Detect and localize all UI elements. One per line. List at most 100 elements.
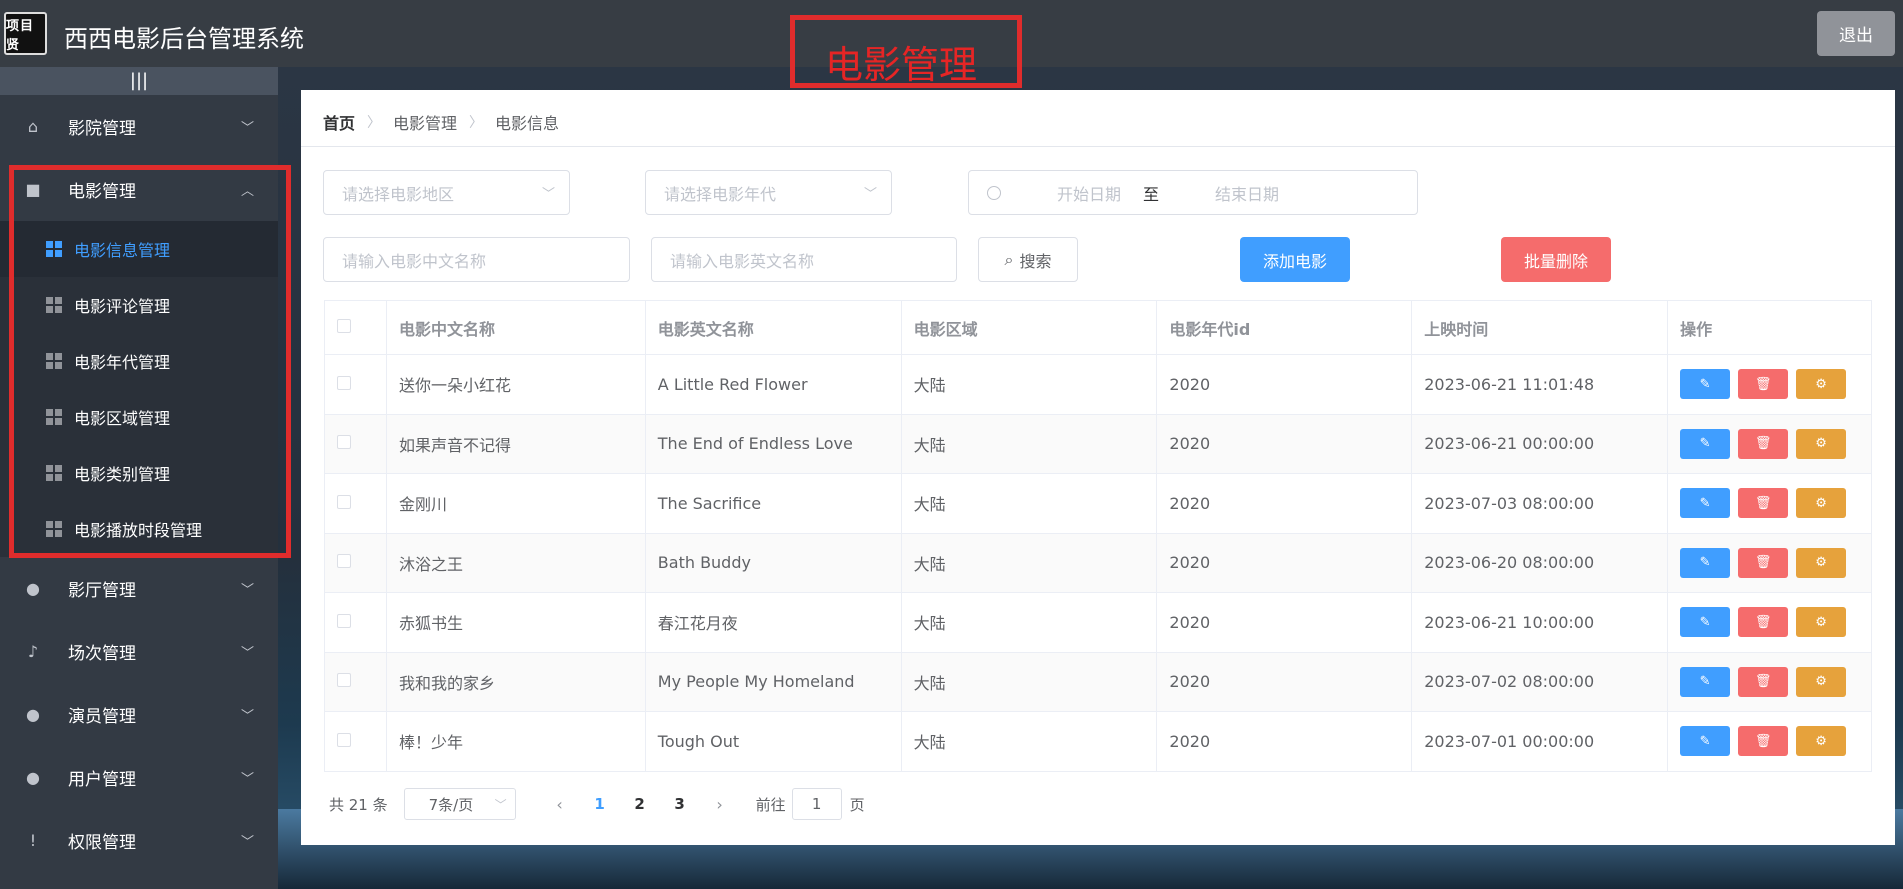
cell-region: 大陆	[901, 473, 1158, 534]
cell-actions: ✎ 🗑 ⚙	[1667, 473, 1872, 534]
next-page-button[interactable]: ›	[700, 795, 740, 814]
region-select[interactable]: 请选择电影地区 ﹀	[323, 170, 570, 215]
cn-name-input[interactable]: 请输入电影中文名称	[323, 237, 630, 282]
table-row: 金刚川 The Sacrifice 大陆 2020 2023-07-03 08:…	[324, 473, 1872, 534]
sidebar-subitem-movie-year[interactable]: 电影年代管理	[0, 333, 278, 389]
start-date-input[interactable]: 开始日期	[1057, 181, 1121, 205]
grid-icon	[46, 353, 62, 369]
gear-icon: ⚙	[1815, 376, 1827, 392]
sidebar-item-movie[interactable]: ■ 电影管理 ︿	[0, 158, 278, 221]
select-all-checkbox[interactable]	[337, 319, 351, 333]
edit-button[interactable]: ✎	[1680, 607, 1731, 638]
prev-page-button[interactable]: ‹	[540, 795, 580, 814]
page-button[interactable]: 3	[660, 795, 700, 813]
delete-button[interactable]: 🗑	[1738, 428, 1789, 459]
sidebar-subitem-movie-schedule[interactable]: 电影播放时段管理	[0, 501, 278, 557]
table-header-checkbox[interactable]	[324, 300, 387, 355]
row-checkbox[interactable]	[337, 732, 351, 747]
sidebar-subitem-movie-comment[interactable]: 电影评论管理	[0, 277, 278, 333]
settings-button[interactable]: ⚙	[1796, 726, 1847, 757]
edit-button[interactable]: ✎	[1680, 666, 1731, 697]
search-icon: ⌕	[1004, 249, 1014, 269]
settings-button[interactable]: ⚙	[1796, 488, 1847, 519]
table-header-cell: 电影中文名称	[386, 300, 646, 355]
sidebar-item-permission[interactable]: ! 权限管理 ﹀	[0, 809, 278, 872]
edit-button[interactable]: ✎	[1680, 547, 1731, 578]
cell-actions: ✎ 🗑 ⚙	[1667, 652, 1872, 712]
sidebar-subitem-movie-category[interactable]: 电影类别管理	[0, 445, 278, 501]
year-select[interactable]: 请选择电影年代 ﹀	[645, 170, 892, 215]
end-date-input[interactable]: 结束日期	[1215, 181, 1279, 205]
grid-icon	[46, 241, 62, 257]
divider	[301, 146, 1895, 147]
row-checkbox[interactable]	[337, 494, 351, 509]
sidebar-subitem-movie-info[interactable]: 电影信息管理	[0, 221, 278, 277]
page-button[interactable]: 2	[620, 795, 660, 813]
bell-icon: ♪	[27, 642, 39, 661]
sidebar-item-cinema[interactable]: ⌂ 影院管理 ﹀	[0, 95, 278, 158]
en-name-placeholder: 请输入电影英文名称	[670, 251, 815, 271]
delete-button[interactable]: 🗑	[1738, 607, 1789, 638]
sidebar-item-hall[interactable]: ● 影厅管理 ﹀	[0, 557, 278, 620]
page-size-select[interactable]: 7条/页 ﹀	[403, 788, 516, 820]
row-checkbox[interactable]	[337, 673, 351, 688]
add-movie-button[interactable]: 添加电影	[1240, 237, 1350, 282]
cell-year: 2020	[1156, 652, 1413, 712]
grid-icon	[46, 521, 62, 537]
sidebar-item-user[interactable]: ● 用户管理 ﹀	[0, 746, 278, 809]
delete-button[interactable]: 🗑	[1738, 726, 1789, 757]
sidebar-item-actor[interactable]: ● 演员管理 ﹀	[0, 683, 278, 746]
delete-button[interactable]: 🗑	[1738, 488, 1789, 519]
cell-region: 大陆	[901, 652, 1158, 712]
sidebar-subitem-movie-region[interactable]: 电影区域管理	[0, 389, 278, 445]
edit-button[interactable]: ✎	[1680, 428, 1731, 459]
row-checkbox[interactable]	[337, 554, 351, 569]
search-button[interactable]: ⌕ 搜索	[978, 237, 1078, 282]
delete-button[interactable]: 🗑	[1738, 369, 1789, 400]
en-name-input[interactable]: 请输入电影英文名称	[651, 237, 957, 282]
breadcrumb-item: 电影信息	[495, 114, 560, 133]
movie-table: 电影中文名称 电影英文名称 电影区域 电影年代id 上映时间 操作 送你一朵小红…	[324, 300, 1872, 772]
table-header-row: 电影中文名称 电影英文名称 电影区域 电影年代id 上映时间 操作	[324, 300, 1872, 355]
table-row: 如果声音不记得 The End of Endless Love 大陆 2020 …	[324, 414, 1872, 474]
row-checkbox[interactable]	[337, 375, 351, 390]
delete-button[interactable]: 🗑	[1738, 666, 1789, 697]
breadcrumb-item: 电影管理	[393, 114, 458, 133]
cell-cn-name: 棒！少年	[386, 711, 646, 772]
breadcrumb-home[interactable]: 首页	[323, 110, 355, 134]
cell-date: 2023-07-01 00:00:00	[1411, 711, 1669, 772]
cell-en-name: My People My Homeland	[645, 652, 902, 712]
gear-icon: ⚙	[1815, 555, 1827, 571]
page-size-value: 7条/页	[428, 795, 474, 814]
edit-button[interactable]: ✎	[1680, 726, 1731, 757]
annotation-banner-label: 电影管理	[825, 43, 978, 87]
gear-icon: ⚙	[1815, 733, 1827, 749]
cell-date: 2023-07-03 08:00:00	[1411, 473, 1669, 534]
sidebar-subitem-label: 电影类别管理	[74, 465, 171, 484]
cell-date: 2023-06-21 00:00:00	[1411, 414, 1669, 474]
batch-delete-button[interactable]: 批量删除	[1501, 237, 1611, 282]
logout-button[interactable]: 退出	[1817, 11, 1895, 56]
delete-button[interactable]: 🗑	[1738, 547, 1789, 578]
settings-button[interactable]: ⚙	[1796, 428, 1847, 459]
sidebar-subitem-label: 电影播放时段管理	[74, 521, 203, 540]
gear-icon: ⚙	[1815, 436, 1827, 452]
edit-button[interactable]: ✎	[1680, 488, 1731, 519]
edit-icon: ✎	[1699, 436, 1711, 452]
sidebar-item-session[interactable]: ♪ 场次管理 ﹀	[0, 620, 278, 683]
goto-page-input[interactable]: 1	[791, 788, 842, 820]
settings-button[interactable]: ⚙	[1796, 547, 1847, 578]
settings-button[interactable]: ⚙	[1796, 607, 1847, 638]
cell-cn-name: 我和我的家乡	[386, 652, 646, 712]
sidebar-collapse-toggle[interactable]: |||	[0, 67, 278, 95]
table-row: 棒！少年 Tough Out 大陆 2020 2023-07-01 00:00:…	[324, 711, 1872, 772]
sidebar-subitem-label: 电影年代管理	[74, 353, 171, 372]
row-checkbox[interactable]	[337, 613, 351, 628]
settings-button[interactable]: ⚙	[1796, 369, 1847, 400]
date-range-picker[interactable]: 开始日期 至 结束日期	[968, 170, 1418, 215]
settings-button[interactable]: ⚙	[1796, 666, 1847, 697]
row-checkbox[interactable]	[337, 435, 351, 450]
page-button[interactable]: 1	[580, 795, 620, 813]
edit-button[interactable]: ✎	[1680, 369, 1731, 400]
cell-date: 2023-07-02 08:00:00	[1411, 652, 1669, 712]
